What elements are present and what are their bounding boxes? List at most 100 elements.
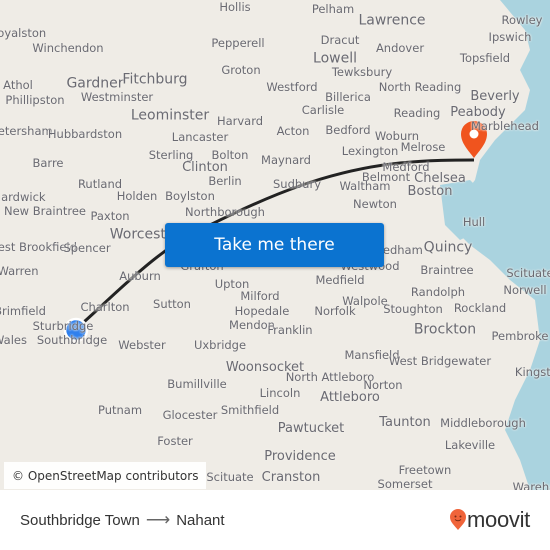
place-label: Warren (0, 263, 39, 278)
place-label: Wales (0, 332, 27, 347)
place-label: Northborough (185, 204, 265, 219)
place-label: Norfolk (314, 303, 356, 318)
place-label: Freetown (398, 462, 452, 477)
place-label: Clinton (182, 160, 228, 176)
place-label: Brimfield (0, 303, 46, 318)
place-label: Randolph (410, 284, 466, 299)
moovit-pin-icon (450, 509, 466, 530)
place-label: Medfield (315, 272, 365, 287)
place-label: Stoughton (383, 301, 443, 316)
place-label: Pelham (311, 1, 355, 16)
place-label: Spencer (63, 240, 111, 255)
destination-name: Nahant (176, 511, 225, 529)
footer: Southbridge Town ⟶ Nahant moovit (0, 490, 550, 550)
place-label: Maynard (261, 152, 311, 167)
attribution[interactable]: © OpenStreetMap contributors (4, 462, 207, 489)
place-label: Melrose (400, 139, 446, 154)
place-label: Royalston (0, 25, 47, 40)
place-label: Westminster (80, 89, 154, 104)
place-label: Rowley (501, 12, 543, 27)
place-label: Pembroke (491, 328, 549, 343)
place-label: Middleborough (440, 415, 526, 430)
place-label: North Attleboro (285, 369, 375, 384)
place-label: Taunton (379, 415, 431, 431)
place-label: Lawrence (358, 12, 426, 29)
place-label: Ipswich (488, 29, 532, 44)
place-label: Hardwick (0, 189, 46, 204)
brand-name: moovit (467, 507, 530, 532)
place-label: Groton (221, 62, 261, 77)
place-label: Athol (3, 77, 33, 92)
place-label: Petersham (0, 123, 53, 138)
place-label: Barre (32, 155, 64, 170)
place-label: Sutton (153, 296, 191, 311)
place-label: Newton (353, 196, 397, 211)
place-label: Paxton (90, 208, 130, 223)
place-label: Sturbridge (32, 318, 94, 333)
place-label: Quincy (423, 239, 473, 256)
place-label: Lexington (341, 143, 399, 158)
place-label: Southbridge (36, 332, 108, 347)
place-label: Leominster (130, 107, 210, 124)
place-label: Attleboro (320, 390, 380, 406)
place-label: Tewksbury (331, 64, 393, 79)
place-label: Holden (116, 188, 158, 203)
place-label: Bumillville (167, 376, 227, 391)
place-label: Glocester (162, 407, 218, 422)
place-label: Peabody (450, 105, 506, 121)
route-summary: Southbridge Town ⟶ Nahant (20, 510, 225, 530)
place-label: Hubbardston (47, 126, 123, 141)
place-label: Uxbridge (193, 337, 247, 352)
place-label: Sudbury (272, 176, 322, 191)
place-label: Bedford (325, 122, 371, 137)
place-label: Acton (276, 123, 310, 138)
place-label: Norwell (503, 282, 547, 297)
place-label: West Bridgewater (388, 353, 492, 368)
place-label: Berlin (208, 173, 242, 188)
place-label: Andover (375, 40, 425, 55)
place-label: Milford (240, 288, 280, 303)
place-label: Kingston (514, 364, 550, 379)
place-label: Somerset (377, 476, 433, 491)
place-label: Boston (407, 184, 453, 200)
place-label: Brockton (413, 321, 477, 338)
place-label: Lancaster (171, 129, 229, 144)
place-label: Cranston (261, 470, 321, 486)
place-label: Marblehead (471, 118, 539, 133)
place-label: North Reading (378, 79, 462, 94)
take-me-there-button[interactable]: Take me there (165, 223, 384, 267)
place-label: Providence (264, 449, 336, 465)
place-label: Pepperell (211, 35, 265, 50)
place-label: Waltham (339, 178, 391, 193)
place-label: Billerica (325, 89, 371, 104)
place-label: Fitchburg (122, 71, 188, 88)
place-label: Beverly (470, 89, 520, 105)
place-label: Winchendon (32, 40, 104, 55)
place-label: Reading (393, 105, 441, 120)
place-label: Scituate (506, 265, 550, 280)
place-label: Foster (157, 433, 193, 448)
place-label: Auburn (119, 268, 161, 283)
arrow-right-icon: ⟶ (145, 510, 171, 529)
place-label: Boylston (165, 188, 215, 203)
place-label: Scituate (206, 469, 254, 484)
place-label: Charlton (80, 299, 130, 314)
place-label: Carlisle (301, 102, 345, 117)
place-label: Putnam (97, 402, 143, 417)
place-label: Rutland (77, 176, 123, 191)
place-label: Hopedale (234, 303, 290, 318)
place-label: Phillipston (5, 92, 65, 107)
place-label: Braintree (420, 262, 474, 277)
place-label: Smithfield (220, 402, 280, 417)
place-label: Dracut (320, 32, 360, 47)
origin-name: Southbridge Town (20, 511, 140, 529)
place-label: Pawtucket (277, 421, 345, 437)
place-label: Harvard (216, 113, 264, 128)
place-label: Hollis (219, 0, 251, 14)
place-label: Lincoln (259, 385, 301, 400)
place-label: Topsfield (459, 50, 511, 65)
place-label: Franklin (267, 322, 313, 337)
place-label: Westford (266, 79, 318, 94)
moovit-logo[interactable]: moovit (449, 507, 530, 533)
place-label: Webster (118, 337, 166, 352)
